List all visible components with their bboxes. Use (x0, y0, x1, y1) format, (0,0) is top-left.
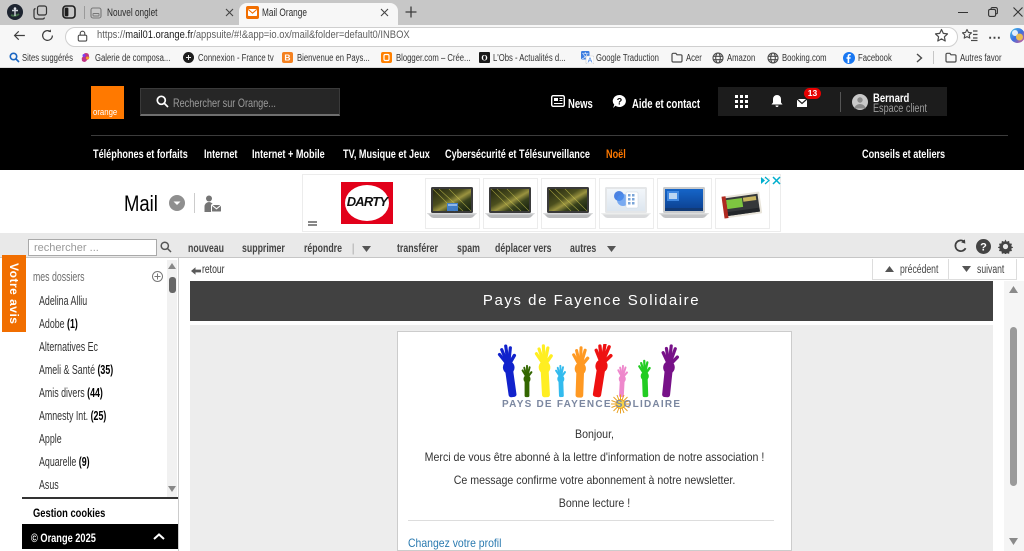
svg-text:?: ? (617, 97, 623, 107)
svg-text:B: B (284, 53, 290, 63)
svg-text:O: O (481, 54, 487, 63)
svg-text:A: A (588, 58, 593, 64)
svg-text:PAYS DE FAYENCE SOLIDAIRE: PAYS DE FAYENCE SOLIDAIRE (502, 399, 680, 410)
svg-text:?: ? (980, 242, 987, 254)
